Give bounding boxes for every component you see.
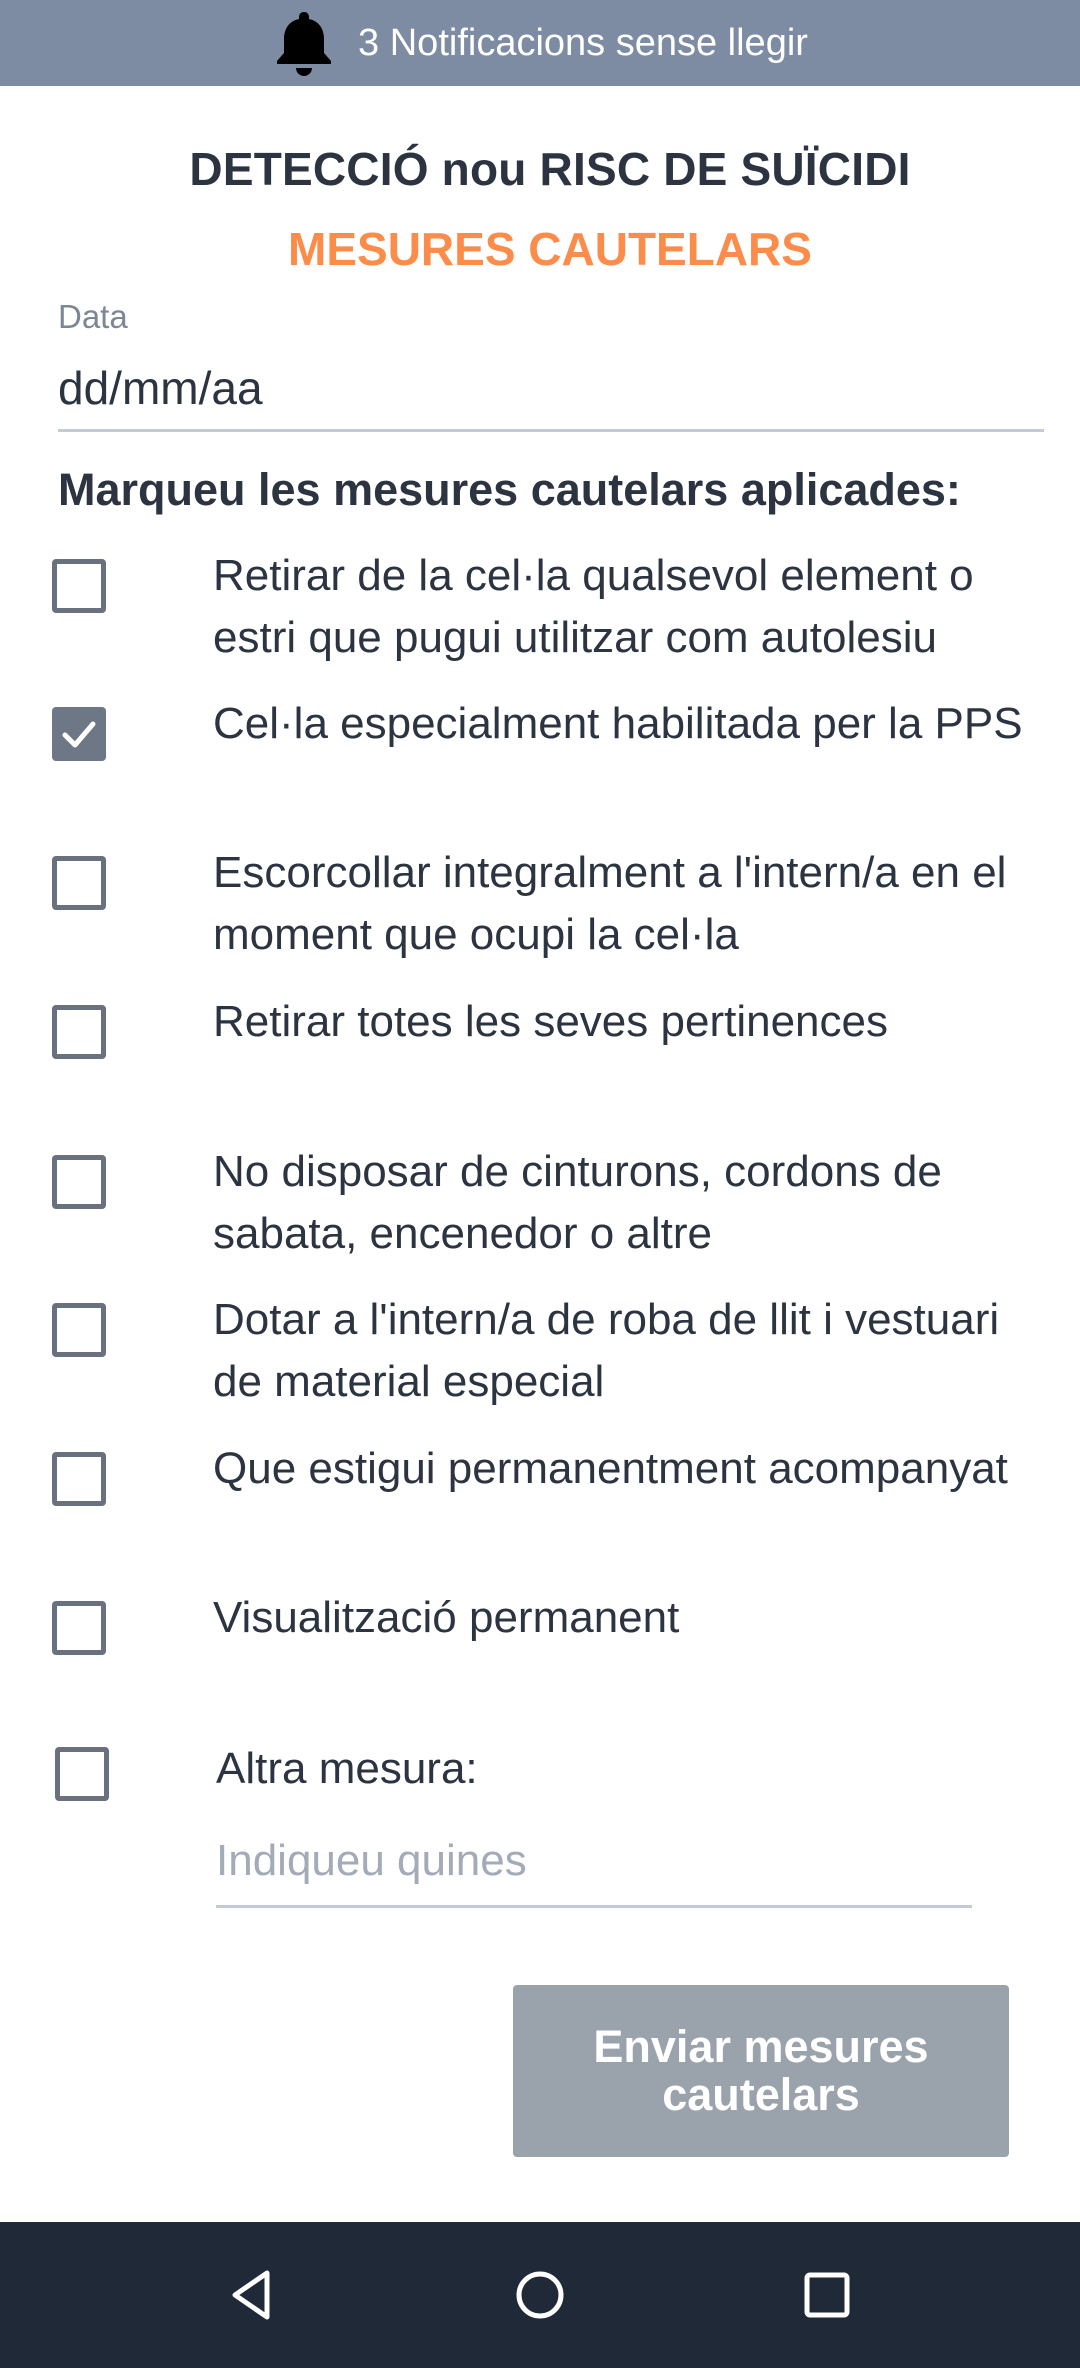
measure-label: Que estigui permanentment acompanyat [213,1444,1008,1493]
measure-checkbox[interactable] [52,1005,106,1059]
other-measure-checkbox[interactable] [55,1747,109,1801]
measure-checkbox[interactable] [52,1452,106,1506]
recents-square-icon[interactable] [777,2245,877,2345]
measure-checkbox[interactable] [52,707,106,761]
home-circle-icon[interactable] [490,2245,590,2345]
date-label: Data [58,298,128,335]
system-nav-bar [0,2222,1080,2368]
measure-checkbox[interactable] [52,1303,106,1357]
other-measure-label: Altra mesura: [216,1744,478,1793]
measure-label: Escorcollar integralment a l'intern/a en… [213,848,1007,959]
measure-label: Retirar totes les seves pertinences [213,997,888,1046]
notification-banner[interactable]: 3 Notificacions sense llegir [0,0,1080,86]
bell-icon [272,8,336,78]
page-title: DETECCIÓ nou RISC DE SUÏCIDI [189,143,911,195]
measure-checkbox[interactable] [52,559,106,613]
measures-heading: Marqueu les mesures cautelars aplicades: [58,464,961,515]
measure-label: No disposar de cinturons, cordons de sab… [213,1147,942,1258]
back-triangle-icon[interactable] [203,2245,303,2345]
measure-label: Dotar a l'intern/a de roba de llit i ves… [213,1295,1000,1406]
measure-label: Retirar de la cel·la qualsevol element o… [213,551,974,662]
date-input[interactable] [58,346,1044,432]
measure-label: Visualització permanent [213,1593,680,1642]
measure-checkbox[interactable] [52,1601,106,1655]
notification-text: 3 Notificacions sense llegir [358,21,808,64]
measure-checkbox[interactable] [52,1155,106,1209]
measure-checkbox[interactable] [52,856,106,910]
checkmark-icon [62,721,96,748]
send-measures-button[interactable]: Enviar mesures cautelars [513,1985,1009,2157]
page-subtitle: MESURES CAUTELARS [288,223,812,275]
other-measure-input[interactable] [216,1816,972,1908]
measure-label: Cel·la especialment habilitada per la PP… [213,699,1023,748]
